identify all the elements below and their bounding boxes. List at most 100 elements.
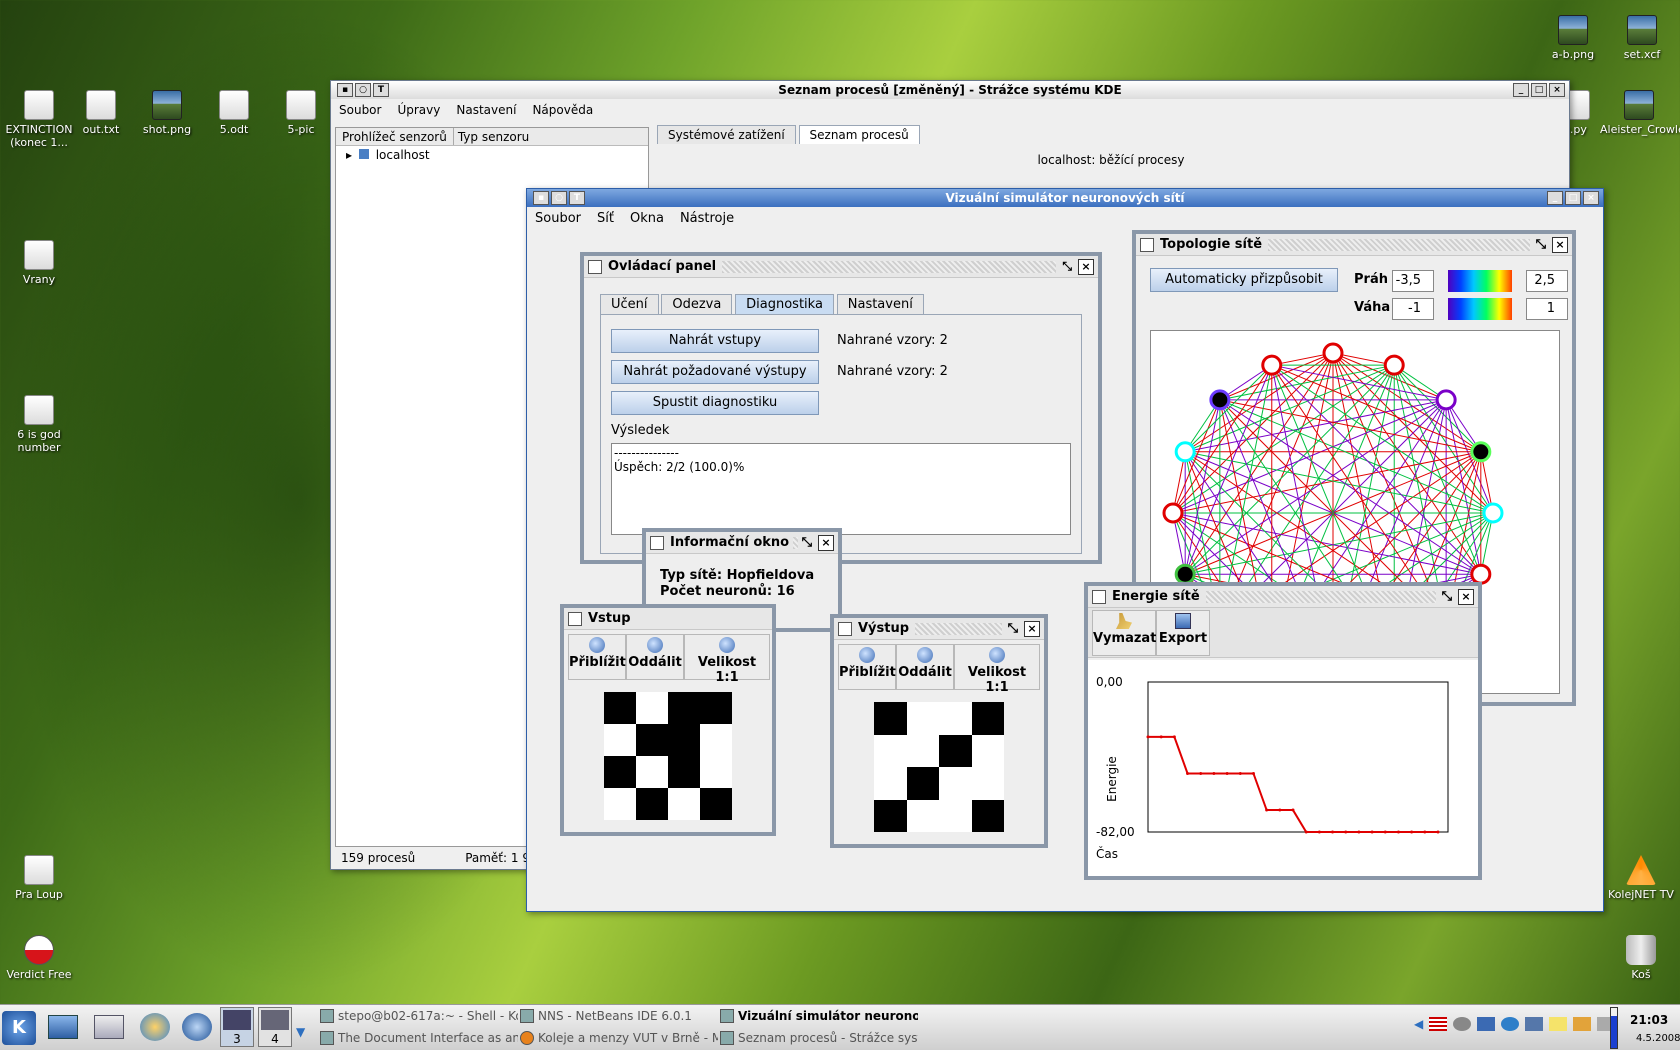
sticky-icon[interactable]: ○	[551, 191, 567, 205]
control-panel-frame[interactable]: Ovládací panel ⤡ × Učení Odezva Diagnost…	[580, 252, 1102, 564]
window-menu-icon[interactable]: ▪	[533, 191, 549, 205]
minimize-icon[interactable]: ⤡	[1008, 621, 1018, 636]
output-frame[interactable]: Výstup ⤡ × Přiblížit Oddálit Velikost 1:…	[830, 614, 1048, 848]
zoom-out-button[interactable]: Oddálit	[626, 634, 684, 680]
menu-upravy[interactable]: Úpravy	[397, 103, 440, 117]
tab-uceni[interactable]: Učení	[600, 294, 659, 314]
tab-diagnostika[interactable]: Diagnostika	[735, 294, 834, 314]
close-icon[interactable]: ×	[1549, 83, 1565, 97]
network-icon[interactable]	[1453, 1017, 1472, 1031]
task-netbeans[interactable]: NNS - NetBeans IDE 6.0.1	[518, 1006, 718, 1026]
tray-app-icon[interactable]	[1525, 1017, 1544, 1031]
update-icon[interactable]	[1501, 1017, 1520, 1031]
klipper-icon[interactable]	[1573, 1017, 1592, 1031]
minimize-icon[interactable]: ⤡	[1536, 237, 1546, 252]
pattern-cell-white[interactable]	[939, 767, 972, 800]
desktop-icon[interactable]: Verdict Free	[0, 935, 78, 981]
pattern-cell-white[interactable]	[700, 756, 732, 788]
pattern-cell-black[interactable]	[604, 756, 636, 788]
maximize-icon[interactable]: □	[1565, 191, 1581, 205]
clock-date[interactable]: 4.5.2008	[1636, 1033, 1680, 1044]
kopete-icon[interactable]	[140, 1013, 170, 1041]
keep-above-icon[interactable]: T	[373, 83, 389, 97]
pattern-cell-white[interactable]	[939, 799, 972, 832]
us-flag-icon[interactable]	[1429, 1017, 1448, 1031]
minimize-icon[interactable]: _	[1547, 191, 1563, 205]
pattern-cell-white[interactable]	[971, 734, 1004, 767]
menu-nastaveni[interactable]: Nastavení	[456, 103, 516, 117]
tray-arrow-icon[interactable]: ◀	[1414, 1017, 1423, 1031]
output-pattern-grid[interactable]	[874, 702, 1004, 832]
weight-max-spinner[interactable]: 1	[1526, 298, 1568, 320]
zoom-in-button[interactable]: Přiblížit	[838, 644, 896, 690]
pattern-cell-white[interactable]	[906, 702, 939, 735]
expand-arrow-icon[interactable]: ▸	[346, 148, 352, 162]
input-pattern-grid[interactable]	[604, 692, 732, 820]
pattern-cell-black[interactable]	[636, 724, 668, 756]
task-simulator[interactable]: Vizuální simulátor neuronových	[718, 1006, 918, 1026]
taskbar-arrow-icon[interactable]: ▼	[296, 1025, 305, 1039]
desktop-icon[interactable]: Pra Loup	[0, 855, 78, 901]
pattern-cell-black[interactable]	[971, 702, 1004, 735]
desktop-icon[interactable]: Koš	[1602, 935, 1680, 981]
desktop-icon[interactable]: 6 is god number	[0, 395, 78, 454]
keep-above-icon[interactable]: T	[569, 191, 585, 205]
tab-odezva[interactable]: Odezva	[661, 294, 733, 314]
desktop-icon[interactable]: Vrany	[0, 240, 78, 286]
pattern-cell-white[interactable]	[874, 767, 907, 800]
load-inputs-button[interactable]: Nahrát vstupy	[611, 329, 819, 353]
weight-min-spinner[interactable]: -1	[1392, 298, 1434, 320]
pattern-cell-black[interactable]	[668, 724, 700, 756]
pattern-cell-black[interactable]	[971, 799, 1004, 832]
desktop-icon[interactable]: 5-pic	[262, 90, 340, 136]
auto-fit-button[interactable]: Automaticky přizpůsobit	[1150, 268, 1338, 292]
close-icon[interactable]: ×	[1552, 236, 1568, 253]
menu-soubor[interactable]: Soubor	[535, 211, 581, 226]
menu-sit[interactable]: Síť	[597, 211, 614, 226]
clear-button[interactable]: Vymazat	[1092, 610, 1156, 656]
pattern-cell-white[interactable]	[939, 702, 972, 735]
pattern-cell-black[interactable]	[700, 788, 732, 820]
menu-nastroje[interactable]: Nástroje	[680, 211, 734, 226]
pattern-cell-black[interactable]	[604, 692, 636, 724]
tab-nastaveni[interactable]: Nastavení	[836, 294, 924, 314]
run-diagnostics-button[interactable]: Spustit diagnostiku	[611, 391, 819, 415]
zoom-reset-button[interactable]: Velikost 1:1	[684, 634, 770, 685]
minimize-icon[interactable]: ⤡	[1062, 259, 1072, 274]
pattern-cell-black[interactable]	[636, 788, 668, 820]
menu-okna[interactable]: Okna	[630, 211, 664, 226]
pattern-cell-white[interactable]	[636, 756, 668, 788]
bluetooth-icon[interactable]	[1477, 1017, 1496, 1031]
maximize-icon[interactable]: □	[1531, 83, 1547, 97]
tab-system-load[interactable]: Systémové zatížení	[657, 125, 796, 144]
result-textarea[interactable]: --------------- Úspěch: 2/2 (100.0)%	[611, 443, 1071, 535]
task-document[interactable]: The Document Interface as an Abs	[318, 1028, 518, 1048]
zoom-in-button[interactable]: Přiblížit	[568, 634, 626, 680]
clock-time[interactable]: 21:03	[1630, 1013, 1668, 1027]
zoom-reset-button[interactable]: Velikost 1:1	[954, 644, 1040, 695]
threshold-min-spinner[interactable]: -3,5	[1392, 270, 1434, 292]
col-sensor-browser[interactable]: Prohlížeč senzorů	[336, 128, 454, 145]
pattern-cell-white[interactable]	[906, 734, 939, 767]
close-icon[interactable]: ×	[1078, 258, 1094, 275]
pattern-cell-white[interactable]	[906, 799, 939, 832]
pattern-cell-black[interactable]	[939, 734, 972, 767]
load-outputs-button[interactable]: Nahrát požadované výstupy	[611, 360, 819, 384]
desktop-pager-4[interactable]: 4	[258, 1007, 292, 1047]
menu-napoveda[interactable]: Nápověda	[532, 103, 593, 117]
task-ksysguard[interactable]: Seznam procesů - Strážce syst	[718, 1028, 918, 1048]
sticky-icon[interactable]: ○	[355, 83, 371, 97]
task-firefox[interactable]: Koleje a menzy VUT v Brně - Mozill	[518, 1028, 718, 1048]
threshold-max-spinner[interactable]: 2,5	[1526, 270, 1568, 292]
close-icon[interactable]: ×	[1024, 620, 1040, 637]
input-frame[interactable]: Vstup Přiblížit Oddálit Velikost 1:1	[560, 604, 776, 836]
pattern-cell-white[interactable]	[604, 788, 636, 820]
window-menu-icon[interactable]: ▪	[337, 83, 353, 97]
pattern-cell-white[interactable]	[874, 734, 907, 767]
show-desktop-icon[interactable]	[48, 1015, 78, 1039]
pattern-cell-white[interactable]	[668, 788, 700, 820]
desktop-pager-3[interactable]: 3	[220, 1007, 254, 1047]
task-konsole[interactable]: stepo@b02-617a:~ - Shell - Konsole	[318, 1006, 518, 1026]
desktop-icon[interactable]: set.xcf	[1603, 15, 1680, 61]
pattern-cell-black[interactable]	[668, 692, 700, 724]
